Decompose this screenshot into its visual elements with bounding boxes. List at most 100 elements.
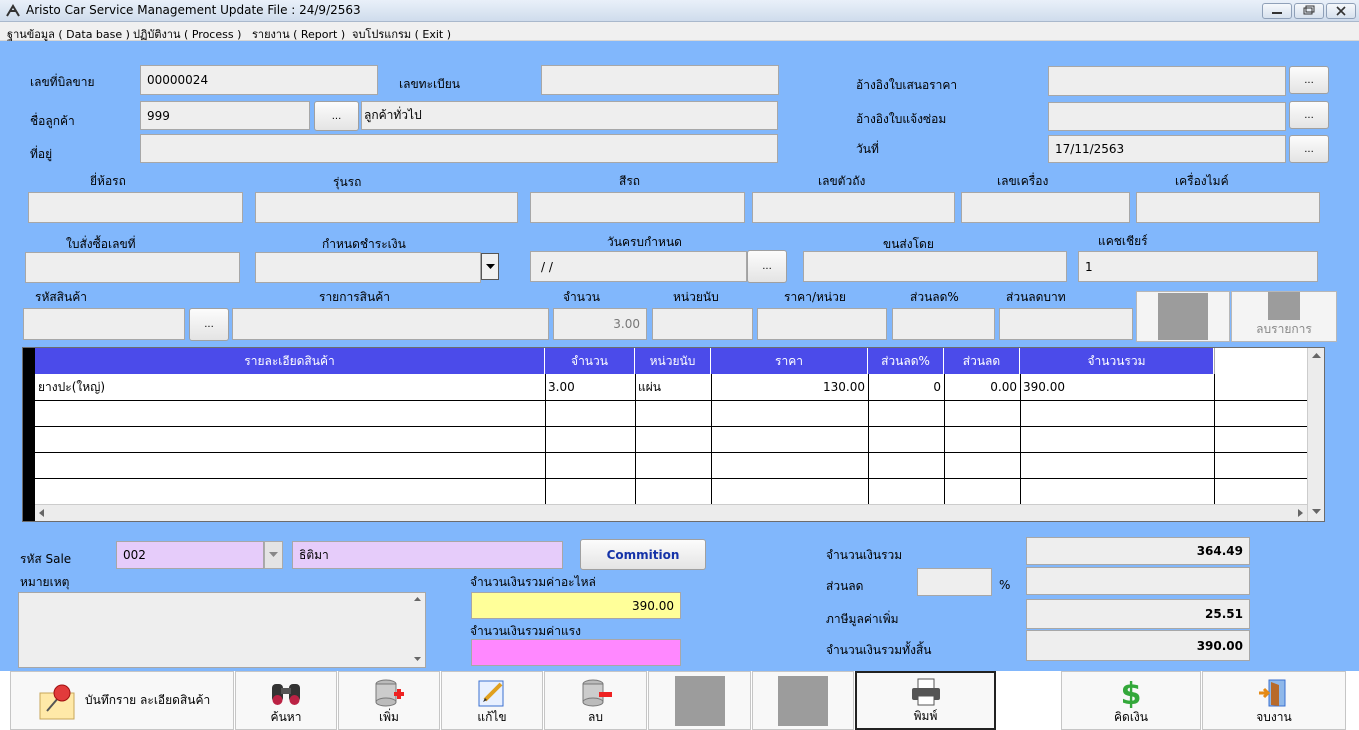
checkout-button[interactable]: $ คิดเงิน — [1061, 671, 1201, 730]
app-icon — [6, 4, 20, 17]
sale-code-field[interactable]: 002 — [116, 541, 264, 569]
engine-field[interactable] — [961, 192, 1130, 223]
bill-no-label: เลขที่บิลขาย — [30, 75, 95, 89]
placeholder-icon — [674, 675, 725, 726]
exit-door-icon — [1259, 679, 1286, 707]
address-label: ที่อยู่ — [30, 147, 53, 161]
labor-total-field — [471, 639, 681, 666]
sale-code-label: รหัส Sale — [20, 552, 72, 566]
brand-field[interactable] — [28, 192, 243, 223]
item-price-label: ราคา/หน่วย — [784, 290, 846, 304]
delete-button[interactable]: ลบ — [544, 671, 647, 730]
payment-select[interactable] — [255, 252, 481, 283]
restore-button[interactable] — [1294, 3, 1324, 19]
add-item-button[interactable] — [1136, 291, 1230, 342]
discount-label: ส่วนลด — [826, 579, 864, 593]
item-disc-amt-label: ส่วนลดบาท — [1006, 290, 1066, 304]
mileage-field[interactable] — [1136, 192, 1320, 223]
save-details-label: บันทึกราย ละเอียดสินค้า — [85, 693, 211, 707]
grid-header-qty[interactable]: จำนวน — [545, 348, 635, 374]
scroll-up-icon[interactable] — [1308, 348, 1325, 362]
grid-header-disc[interactable]: ส่วนลด — [944, 348, 1020, 374]
discount-pct-field[interactable] — [917, 568, 992, 596]
sale-dropdown-button[interactable] — [264, 541, 283, 569]
close-button[interactable] — [1326, 3, 1356, 19]
grand-total-field: 390.00 — [1026, 630, 1250, 661]
grid-cell-disc-pct[interactable]: 0 — [868, 374, 944, 400]
scroll-down-icon[interactable] — [1308, 505, 1325, 519]
grid-cell-desc[interactable]: ยางปะ(ใหญ่) — [35, 374, 545, 400]
color-label: สีรถ — [619, 174, 641, 188]
scroll-up-icon[interactable] — [410, 593, 425, 605]
sale-name-field[interactable]: ธิติมา — [292, 541, 563, 569]
grid-cell-qty[interactable]: 3.00 — [545, 374, 635, 400]
address-field[interactable] — [140, 134, 778, 163]
placeholder-icon — [1268, 292, 1300, 320]
item-browse-button[interactable]: ... — [189, 308, 229, 341]
note-textarea[interactable] — [18, 592, 426, 668]
add-button[interactable]: เพิ่ม — [338, 671, 440, 730]
grid-header-unit[interactable]: หน่วยนับ — [635, 348, 711, 374]
commission-button[interactable]: Commition — [580, 539, 706, 570]
note-scrollbar[interactable] — [410, 593, 425, 667]
due-date-field[interactable]: / / — [530, 251, 747, 282]
print-button[interactable]: พิมพ์ — [855, 671, 996, 730]
date-field[interactable]: 17/11/2563 — [1048, 135, 1286, 163]
model-field[interactable] — [255, 192, 518, 223]
grid-header-desc[interactable]: รายละเอียดสินค้า — [35, 348, 545, 374]
item-unit-field[interactable] — [652, 308, 753, 340]
grid-cell-price[interactable]: 130.00 — [711, 374, 868, 400]
model-label: รุ่นรถ — [333, 175, 362, 189]
po-field[interactable] — [25, 252, 240, 283]
ship-field[interactable] — [803, 251, 1067, 282]
item-disc-amt-field[interactable] — [999, 308, 1133, 340]
scroll-down-icon[interactable] — [410, 653, 425, 665]
minimize-button[interactable] — [1262, 3, 1292, 19]
mileage-label: เครื่องไมค์ — [1175, 174, 1229, 188]
item-code-field[interactable] — [23, 308, 185, 340]
plate-field[interactable] — [541, 65, 779, 95]
scroll-left-icon[interactable] — [35, 505, 49, 521]
customer-code-field[interactable]: 999 — [140, 101, 310, 130]
chassis-field[interactable] — [752, 192, 955, 223]
cashier-field[interactable]: 1 — [1078, 251, 1318, 282]
customer-browse-button[interactable]: ... — [314, 101, 359, 131]
grid-cell-unit[interactable]: แผ่น — [635, 374, 711, 400]
grid-vertical-scrollbar[interactable] — [1307, 348, 1324, 521]
item-price-field[interactable] — [757, 308, 887, 340]
repair-ref-browse-button[interactable]: ... — [1289, 101, 1329, 129]
grand-total-label: จำนวนเงินรวมทั้งสิ้น — [826, 643, 932, 657]
payment-dropdown-button[interactable] — [481, 253, 499, 280]
item-code-label: รหัสสินค้า — [35, 290, 87, 304]
grid-header-total[interactable]: จำนวนรวม — [1020, 348, 1214, 374]
exit-button[interactable]: จบงาน — [1202, 671, 1346, 730]
repair-ref-field[interactable] — [1048, 102, 1286, 131]
grid-horizontal-scrollbar[interactable] — [35, 504, 1307, 521]
grid-header-price[interactable]: ราคา — [711, 348, 868, 374]
blank-button-2[interactable] — [752, 671, 854, 730]
blank-button-1[interactable] — [648, 671, 751, 730]
delete-item-button[interactable]: ลบรายการ — [1231, 291, 1337, 342]
item-qty-field[interactable]: 3.00 — [553, 308, 647, 340]
bill-no-field[interactable]: 00000024 — [140, 65, 378, 95]
quote-ref-browse-button[interactable]: ... — [1289, 66, 1329, 94]
item-disc-pct-field[interactable] — [892, 308, 995, 340]
item-desc-field[interactable] — [232, 308, 549, 340]
quote-ref-field[interactable] — [1048, 66, 1286, 96]
grid-header-disc-pct[interactable]: ส่วนลด% — [868, 348, 944, 374]
date-label: วันที่ — [856, 142, 879, 156]
customer-name-field[interactable]: ลูกค้าทั่วไป — [361, 101, 778, 130]
grid-cell-total[interactable]: 390.00 — [1020, 374, 1214, 400]
save-details-button[interactable]: บันทึกราย ละเอียดสินค้า — [10, 671, 234, 730]
items-grid[interactable]: รายละเอียดสินค้า จำนวน หน่วยนับ ราคา ส่ว… — [22, 347, 1325, 522]
database-remove-icon — [582, 679, 612, 707]
scroll-right-icon[interactable] — [1293, 505, 1307, 521]
date-browse-button[interactable]: ... — [1289, 135, 1329, 163]
color-field[interactable] — [530, 192, 745, 223]
edit-button[interactable]: แก้ไข — [441, 671, 543, 730]
grid-cell-disc[interactable]: 0.00 — [944, 374, 1020, 400]
engine-label: เลขเครื่อง — [997, 174, 1049, 188]
search-button[interactable]: ค้นหา — [235, 671, 337, 730]
window-title: Aristo Car Service Management Update Fil… — [26, 3, 361, 17]
due-date-browse-button[interactable]: ... — [747, 250, 787, 283]
